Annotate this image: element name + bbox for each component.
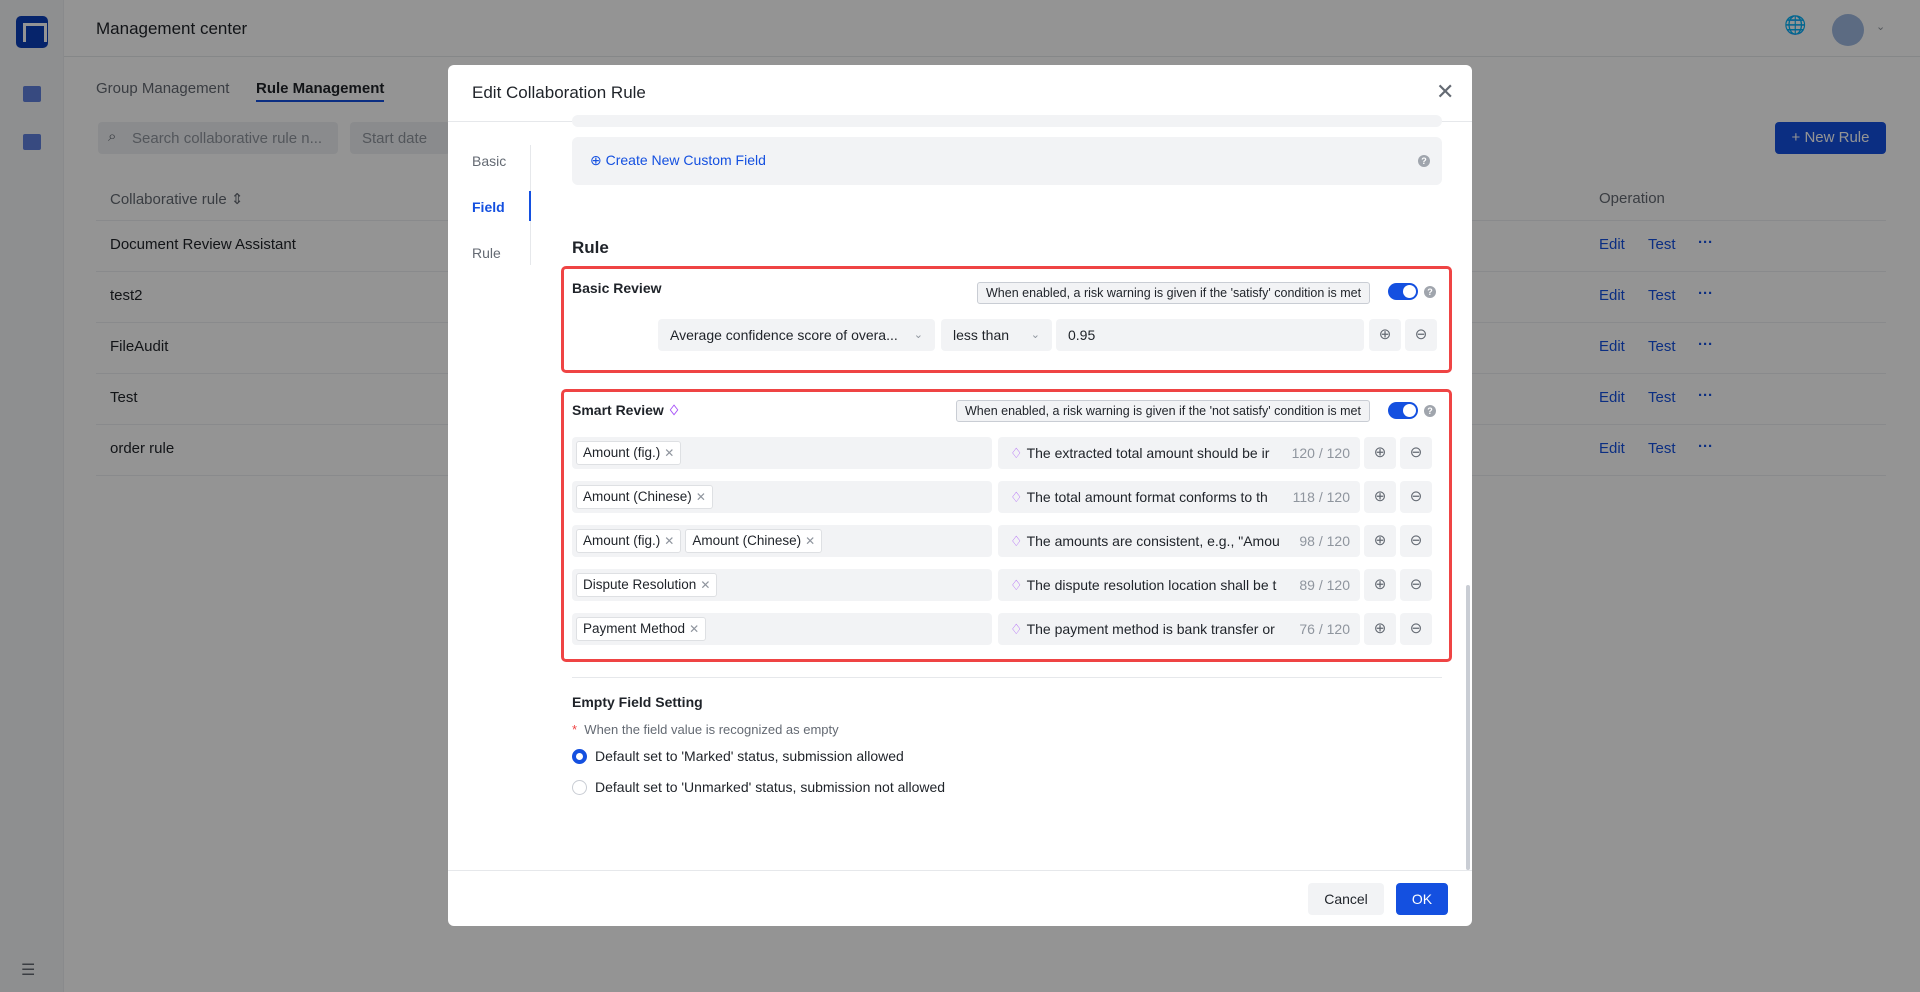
smart-review-tip: When enabled, a risk warning is given if…	[956, 400, 1370, 422]
radio-button	[572, 780, 587, 795]
help-icon[interactable]: ?	[1424, 286, 1436, 298]
remove-tag-icon[interactable]: ✕	[805, 534, 815, 548]
condition-input[interactable]: ♢ The payment method is bank transfer or 7…	[998, 613, 1360, 645]
ai-sparkle-icon: ♢	[1010, 489, 1023, 505]
divider	[572, 677, 1442, 678]
field-select[interactable]: Payment Method ✕	[572, 613, 992, 645]
field-tag: Amount (fig.) ✕	[576, 441, 682, 465]
rule-heading: Rule	[572, 238, 609, 257]
condition-input[interactable]: ♢ The dispute resolution location shall b…	[998, 569, 1360, 601]
remove-condition-button[interactable]: ⊖	[1400, 437, 1432, 469]
condition-input[interactable]: ♢ The amounts are consistent, e.g., "Amou…	[998, 525, 1360, 557]
scrollbar[interactable]	[1466, 585, 1470, 870]
condition-input[interactable]: ♢ The total amount format conforms to th 1…	[998, 481, 1360, 513]
ok-button[interactable]: OK	[1396, 883, 1448, 915]
edit-rule-modal: Edit Collaboration Rule ✕ Basic Field Ru…	[448, 65, 1472, 926]
basic-review-toggle[interactable]	[1388, 283, 1418, 300]
field-select[interactable]: Amount (fig.) ✕	[572, 437, 992, 469]
remove-tag-icon[interactable]: ✕	[689, 622, 699, 636]
add-condition-button[interactable]: ⊕	[1364, 613, 1396, 645]
plus-circle-icon: ⊕	[590, 152, 602, 168]
nav-basic[interactable]: Basic	[472, 153, 506, 169]
value-input[interactable]: 0.95	[1056, 319, 1364, 351]
remove-tag-icon[interactable]: ✕	[664, 534, 674, 548]
remove-condition-button[interactable]: ⊖	[1400, 481, 1432, 513]
char-count: 76 / 120	[1299, 621, 1350, 637]
ai-sparkle-icon: ♢	[1010, 621, 1023, 637]
add-condition-button[interactable]: ⊕	[1369, 319, 1401, 351]
ai-sparkle-icon: ♢	[1010, 445, 1023, 461]
create-field-box: ⊕ Create New Custom Field ?	[572, 137, 1442, 185]
metric-select[interactable]: Average confidence score of overa... ⌄	[658, 319, 935, 351]
remove-tag-icon[interactable]: ✕	[664, 446, 674, 460]
field-select[interactable]: Dispute Resolution ✕	[572, 569, 992, 601]
char-count: 89 / 120	[1299, 577, 1350, 593]
char-count: 120 / 120	[1291, 445, 1350, 461]
add-condition-button[interactable]: ⊕	[1364, 437, 1396, 469]
empty-field-desc: * When the field value is recognized as …	[572, 722, 839, 737]
nav-rule[interactable]: Rule	[472, 245, 501, 261]
help-icon[interactable]: ?	[1424, 405, 1436, 417]
remove-tag-icon[interactable]: ✕	[700, 578, 710, 592]
remove-condition-button[interactable]: ⊖	[1400, 525, 1432, 557]
basic-review-section: Basic Review When enabled, a risk warnin…	[561, 266, 1452, 373]
field-tag: Amount (Chinese) ✕	[685, 529, 823, 553]
char-count: 98 / 120	[1299, 533, 1350, 549]
modal-title: Edit Collaboration Rule	[472, 83, 646, 102]
create-custom-field-button[interactable]: ⊕ Create New Custom Field	[590, 152, 766, 169]
field-tag: Payment Method ✕	[576, 617, 707, 641]
field-tag: Amount (fig.) ✕	[576, 529, 682, 553]
smart-review-section: Smart Review ♢ When enabled, a risk warn…	[561, 389, 1452, 662]
remove-condition-button[interactable]: ⊖	[1400, 613, 1432, 645]
divider	[448, 870, 1472, 871]
add-condition-button[interactable]: ⊕	[1364, 525, 1396, 557]
ai-sparkle-icon: ♢	[667, 402, 681, 418]
radio-button	[572, 749, 587, 764]
field-select[interactable]: Amount (Chinese) ✕	[572, 481, 992, 513]
remove-condition-button[interactable]: ⊖	[1405, 319, 1437, 351]
empty-field-title: Empty Field Setting	[572, 694, 703, 710]
operator-select[interactable]: less than ⌄	[941, 319, 1052, 351]
add-condition-button[interactable]: ⊕	[1364, 569, 1396, 601]
basic-review-tip: When enabled, a risk warning is given if…	[977, 282, 1371, 304]
help-icon[interactable]: ?	[1418, 155, 1430, 167]
close-icon[interactable]: ✕	[1436, 79, 1454, 105]
smart-review-toggle[interactable]	[1388, 402, 1418, 419]
ai-sparkle-icon: ♢	[1010, 533, 1023, 549]
char-count: 118 / 120	[1292, 489, 1350, 505]
field-tag: Dispute Resolution ✕	[576, 573, 718, 597]
ai-sparkle-icon: ♢	[1010, 577, 1023, 593]
field-select[interactable]: Amount (fig.) ✕ Amount (Chinese) ✕	[572, 525, 992, 557]
remove-condition-button[interactable]: ⊖	[1400, 569, 1432, 601]
smart-review-title: Smart Review ♢	[572, 402, 681, 418]
radio-marked[interactable]: Default set to 'Marked' status, submissi…	[572, 748, 904, 764]
remove-tag-icon[interactable]: ✕	[696, 490, 706, 504]
nav-active-indicator	[529, 191, 531, 221]
cancel-button[interactable]: Cancel	[1308, 883, 1384, 915]
nav-field[interactable]: Field	[472, 199, 505, 215]
condition-input[interactable]: ♢ The extracted total amount should be ir…	[998, 437, 1360, 469]
radio-unmarked[interactable]: Default set to 'Unmarked' status, submis…	[572, 779, 945, 795]
field-box	[572, 115, 1442, 127]
basic-review-title: Basic Review	[572, 280, 662, 296]
add-condition-button[interactable]: ⊕	[1364, 481, 1396, 513]
field-tag: Amount (Chinese) ✕	[576, 485, 713, 509]
